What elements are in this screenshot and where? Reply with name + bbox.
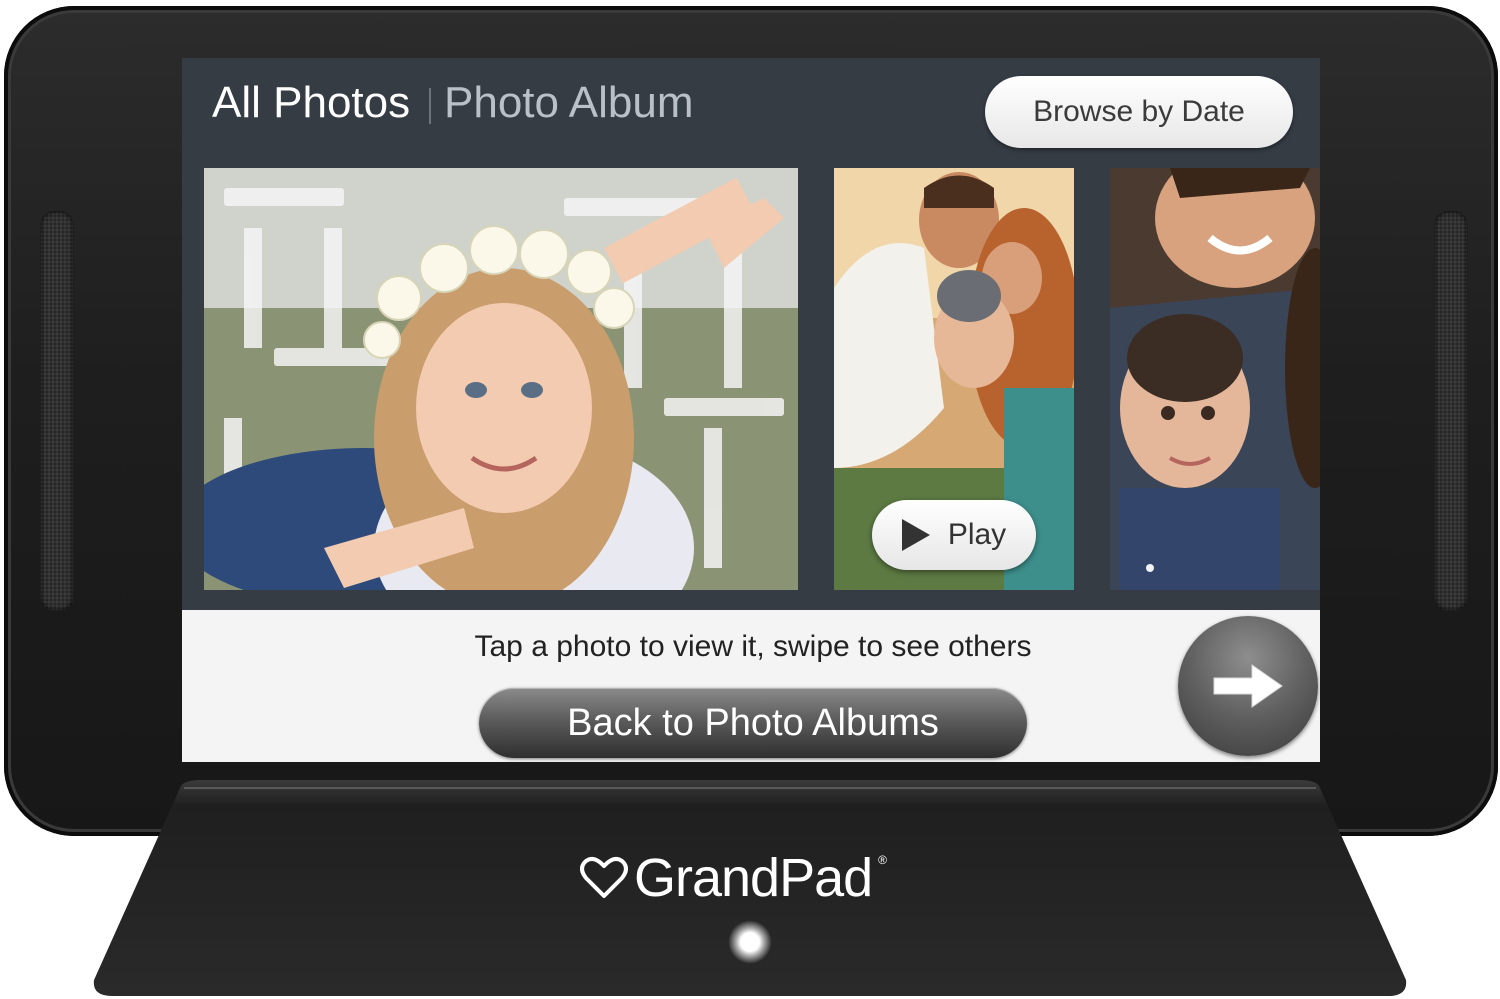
photo-thumbnail[interactable] [204,168,798,590]
photo-image [1110,168,1320,590]
title-divider [429,88,431,124]
page-subtitle: Photo Album [444,78,694,127]
grandpad-logo: GrandPad ® [580,848,887,908]
grandpad-device: All Photos Photo Album Browse by Date Pl… [0,0,1500,999]
play-button-label: Play [947,518,1007,551]
next-page-button[interactable] [1178,616,1318,756]
arrow-right-icon [1213,664,1283,708]
instruction-text: Tap a photo to view it, swipe to see oth… [474,630,1032,663]
photo-thumbnail[interactable] [1110,168,1320,590]
photo-image [204,168,798,590]
tablet-screen: All Photos Photo Album Browse by Date Pl… [182,58,1320,762]
play-icon [901,519,930,551]
registered-mark: ® [878,853,888,867]
power-indicator-light [728,920,772,964]
heart-icon [580,856,628,898]
bottom-control-panel: Tap a photo to view it, swipe to see oth… [182,610,1320,762]
back-to-photo-albums-button[interactable]: Back to Photo Albums [479,688,1027,758]
right-speaker-grille [1434,211,1468,611]
brand-name: GrandPad [634,848,873,908]
play-video-button[interactable]: Play [872,500,1036,570]
page-title: All Photos [212,78,411,127]
photo-album-header: All Photos Photo Album Browse by Date [182,58,1320,168]
left-speaker-grille [40,211,74,611]
browse-by-date-button[interactable]: Browse by Date [985,76,1293,148]
